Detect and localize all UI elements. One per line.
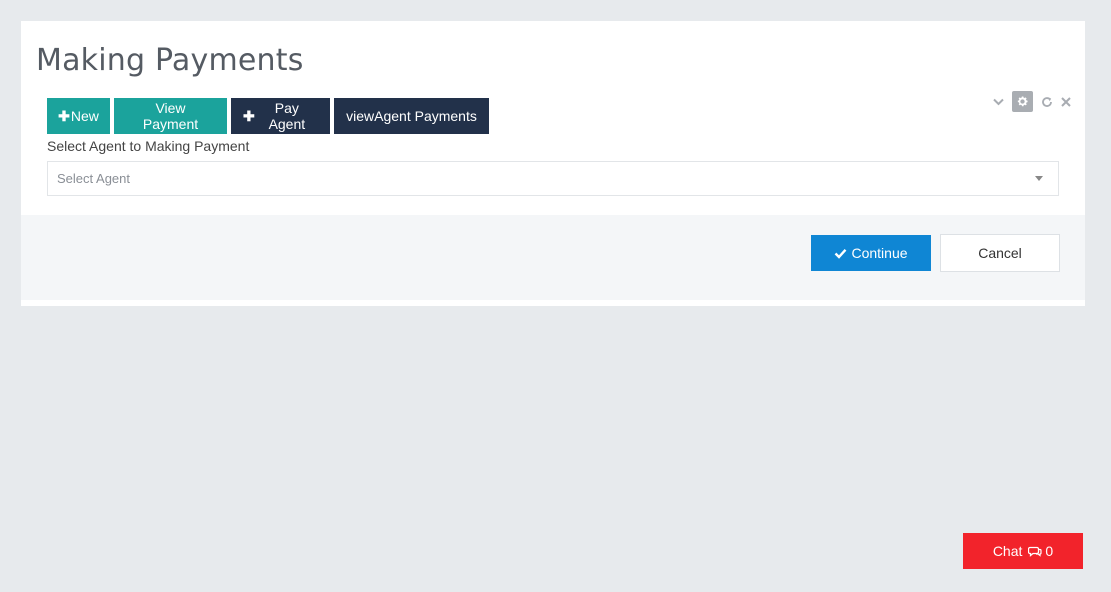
chevron-down-icon[interactable]	[993, 98, 1004, 106]
gear-icon[interactable]	[1012, 91, 1033, 112]
view-payment-button[interactable]: View Payment	[114, 98, 227, 134]
plus-icon: ✚	[58, 107, 70, 124]
cancel-button[interactable]: Cancel	[940, 234, 1060, 272]
plus-icon: ✚	[243, 107, 255, 124]
new-button[interactable]: ✚ New	[47, 98, 110, 134]
agent-select[interactable]: Select Agent	[47, 161, 1059, 196]
refresh-icon[interactable]	[1041, 96, 1053, 108]
caret-down-icon	[1035, 176, 1043, 181]
check-icon	[835, 248, 847, 259]
action-toolbar: ✚ New View Payment ✚ Pay Agent viewAgent P…	[47, 98, 489, 134]
view-agent-payments-button[interactable]: viewAgent Payments	[334, 98, 489, 134]
chat-button[interactable]: Chat 0	[963, 533, 1083, 569]
pay-agent-button[interactable]: ✚ Pay Agent	[231, 98, 330, 134]
continue-button[interactable]: Continue	[811, 235, 931, 271]
chat-count: 0	[1045, 543, 1054, 559]
comments-icon	[1028, 546, 1042, 557]
page-title: Making Payments	[36, 43, 304, 78]
portlet-tools	[993, 91, 1071, 112]
agent-select-value: Select Agent	[57, 171, 130, 186]
agent-select-label: Select Agent to Making Payment	[47, 138, 250, 154]
form-actions: Continue Cancel	[21, 215, 1085, 300]
portlet: Making Payments ✚ New View Payment ✚ Pay A…	[21, 21, 1085, 306]
close-icon[interactable]	[1061, 96, 1071, 107]
